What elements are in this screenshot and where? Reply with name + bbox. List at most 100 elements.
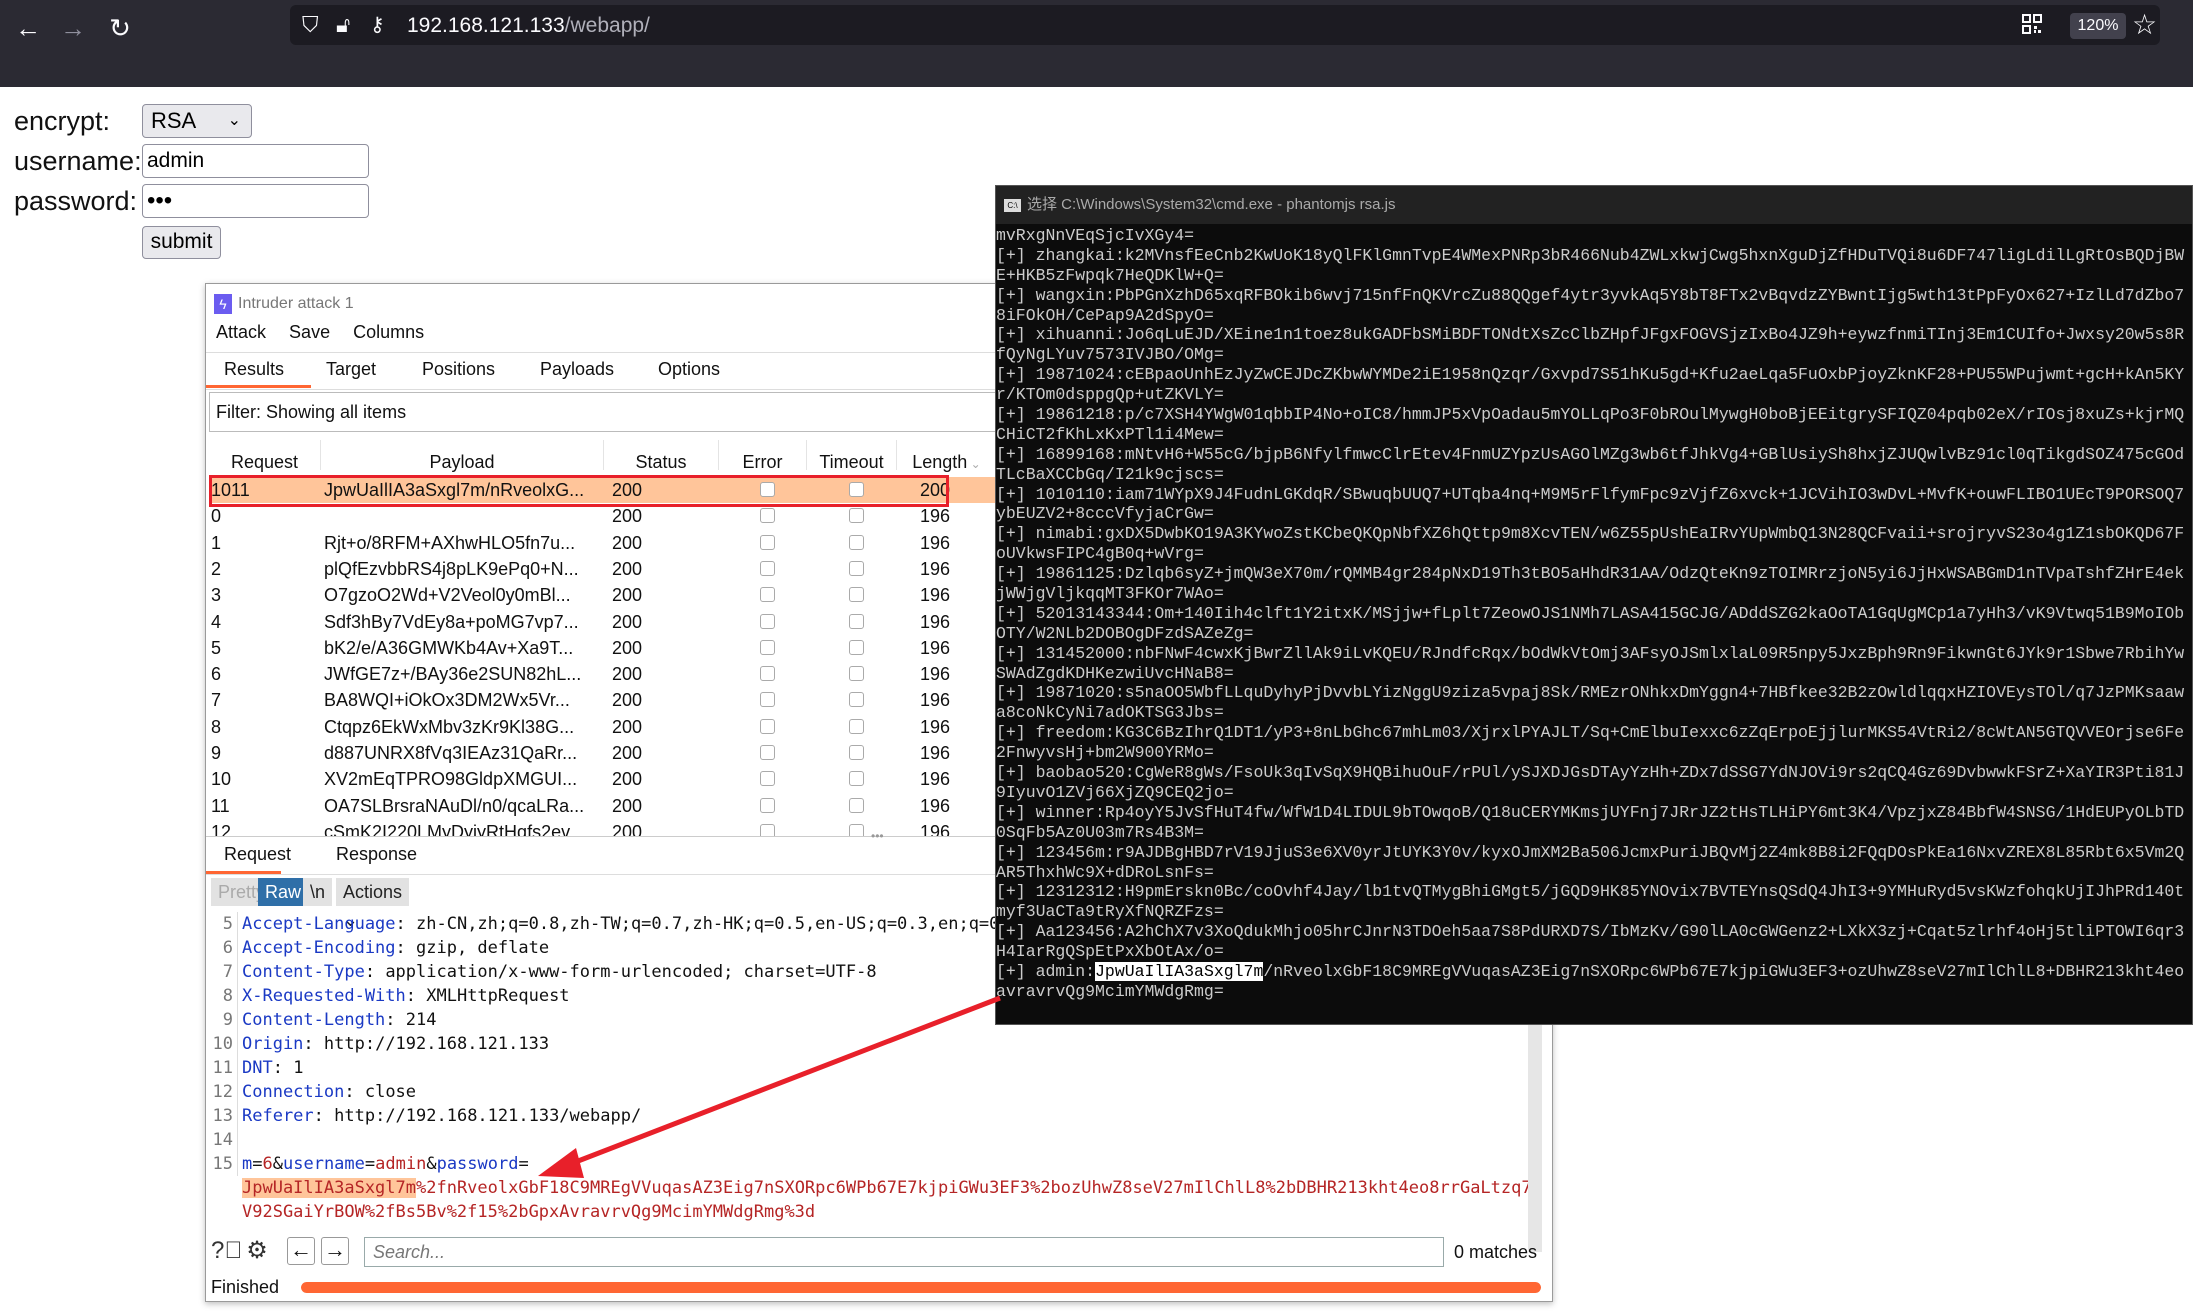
raw-button[interactable]: Raw xyxy=(258,878,309,906)
cell-payload: Rjt+o/8RFM+AXhwHLO5fn7u... xyxy=(324,532,576,553)
line-number: 13 xyxy=(211,1104,238,1128)
menu-columns[interactable]: Columns xyxy=(353,322,424,342)
username-input[interactable]: admin xyxy=(142,144,369,178)
error-checkbox[interactable] xyxy=(760,508,775,524)
actions-dropdown[interactable]: Actions ⌄ xyxy=(336,878,410,930)
timeout-checkbox[interactable] xyxy=(849,666,864,682)
cmd-lines: mvRxgNnVEqSjcIvXGy4= [+] zhangkai:k2MVnsf… xyxy=(996,226,2192,962)
cmd-line: [+] 19861125:Dzlqb6syZ+jmQW3eX70m/rQMMB4… xyxy=(996,564,2185,584)
reload-button[interactable]: ↻ xyxy=(102,10,138,46)
menu-attack[interactable]: Attack xyxy=(216,322,266,342)
timeout-checkbox[interactable] xyxy=(849,771,864,787)
cmd-line: [+] 12312312:H9pmErskn0Bc/coOvhf4Jay/lb1… xyxy=(996,882,2185,902)
tab-payloads[interactable]: Payloads xyxy=(540,359,614,380)
timeout-checkbox[interactable] xyxy=(849,534,864,550)
tab-response[interactable]: Response xyxy=(336,844,417,865)
search-next-button[interactable]: → xyxy=(321,1237,349,1265)
cmd-line: [+] 16899168:mNtvH6+W55cG/bjpB6NfylfmwcC… xyxy=(996,444,2185,464)
error-checkbox[interactable] xyxy=(760,823,775,836)
cmd-title-bar[interactable]: C:\ 选择 C:\Windows\System32\cmd.exe - phan… xyxy=(996,186,2192,224)
timeout-checkbox[interactable] xyxy=(849,718,864,734)
status-text: Finished xyxy=(211,1277,280,1297)
password-input[interactable]: ••• xyxy=(142,184,369,218)
cmd-output[interactable]: mvRxgNnVEqSjcIvXGy4= [+] zhangkai:k2MVnsf… xyxy=(996,226,2192,1016)
menu-save[interactable]: Save xyxy=(289,322,330,342)
line-number: 12 xyxy=(211,1080,238,1104)
error-checkbox[interactable] xyxy=(760,587,775,603)
timeout-checkbox[interactable] xyxy=(849,797,864,813)
cell-request: 2 xyxy=(211,558,222,579)
header-value: http://192.168.121.133/webapp/ xyxy=(323,1106,642,1126)
tab-positions[interactable]: Positions xyxy=(422,359,495,380)
cmd-line: [+] xihuanni:Jo6qLuEJD/XEine1n1toez8ukGA… xyxy=(996,325,2185,345)
column-header-payload[interactable]: Payload xyxy=(321,440,604,472)
error-checkbox[interactable] xyxy=(760,718,775,734)
search-input[interactable]: Search... xyxy=(364,1237,1444,1267)
newline-toggle-button[interactable]: \n xyxy=(303,878,333,906)
zoom-level-badge[interactable]: 120% xyxy=(2070,13,2126,39)
column-header-status[interactable]: Status xyxy=(604,440,719,472)
request-line: 8 X-Requested-With: XMLHttpRequest xyxy=(211,984,570,1008)
timeout-checkbox[interactable] xyxy=(849,613,864,629)
cmd-line: [+] 19871024:cEBpaoUnhEzJyZwCEJDcZKbwWYM… xyxy=(996,365,2185,385)
column-header-timeout[interactable]: Timeout xyxy=(807,440,897,472)
star-icon[interactable]: ☆ xyxy=(2132,7,2157,43)
timeout-checkbox[interactable] xyxy=(849,508,864,524)
line-number: 9 xyxy=(211,1008,238,1032)
address-bar[interactable]: ⛉ 🔓︎ ⚷ 192.168.121.133/webapp/ 120% ☆ xyxy=(290,5,2160,45)
timeout-checkbox[interactable] xyxy=(849,823,864,836)
tab-results[interactable]: Results xyxy=(224,359,284,380)
active-detail-tab-indicator xyxy=(206,871,281,874)
error-checkbox[interactable] xyxy=(760,666,775,682)
header-key: Content-Length xyxy=(242,1010,386,1030)
forward-button[interactable]: → xyxy=(55,10,91,46)
error-checkbox[interactable] xyxy=(760,745,775,760)
header-value: application/x-www-form-urlencoded; chars… xyxy=(375,962,877,982)
encrypt-select[interactable]: RSA ⌄ xyxy=(142,104,252,138)
qr-code-icon[interactable] xyxy=(2022,14,2042,34)
column-header-length[interactable]: Length ⌄ xyxy=(897,440,997,472)
cell-length: 196 xyxy=(920,585,951,606)
header-value: close xyxy=(354,1082,417,1102)
timeout-checkbox[interactable] xyxy=(849,745,864,760)
column-header-request[interactable]: Request xyxy=(209,440,321,472)
cell-length: 196 xyxy=(920,743,951,763)
gear-icon[interactable]: ⚙ xyxy=(243,1236,271,1266)
line-number: 5 xyxy=(211,912,238,936)
error-checkbox[interactable] xyxy=(760,534,775,550)
cell-length: 196 xyxy=(920,558,951,579)
key-icon[interactable]: ⚷ xyxy=(370,11,385,39)
error-checkbox[interactable] xyxy=(760,797,775,813)
timeout-checkbox[interactable] xyxy=(849,692,864,708)
back-button[interactable]: ← xyxy=(10,10,46,46)
error-checkbox[interactable] xyxy=(760,560,775,576)
search-previous-button[interactable]: ← xyxy=(287,1237,315,1265)
line-number: 11 xyxy=(211,1056,238,1080)
tab-options[interactable]: Options xyxy=(658,359,720,380)
request-line: 14 xyxy=(211,1128,242,1152)
help-icon[interactable]: ?⃝ xyxy=(211,1236,242,1266)
error-checkbox[interactable] xyxy=(760,613,775,629)
tab-target[interactable]: Target xyxy=(326,359,376,380)
cell-request: 5 xyxy=(211,637,222,658)
cell-status: 200 xyxy=(612,585,643,606)
error-checkbox[interactable] xyxy=(760,692,775,708)
header-colon: : xyxy=(303,1034,314,1054)
browser-toolbar: ← → ↻ ⛉ 🔓︎ ⚷ 192.168.121.133/webapp/ 120… xyxy=(0,0,2193,87)
timeout-checkbox[interactable] xyxy=(849,587,864,603)
shield-icon[interactable]: ⛉ xyxy=(302,11,319,39)
error-checkbox[interactable] xyxy=(760,771,775,787)
insecure-lock-icon[interactable]: 🔓︎ xyxy=(336,11,350,39)
tab-request[interactable]: Request xyxy=(224,844,291,865)
reload-icon: ↻ xyxy=(109,13,131,43)
cell-status: 200 xyxy=(612,690,643,711)
cmd-line: [+] 1010110:iam71WYpX9J4FudnLGKdqR/SBwuq… xyxy=(996,484,2185,504)
timeout-checkbox[interactable] xyxy=(849,639,864,655)
column-header-error[interactable]: Error xyxy=(719,440,807,472)
progress-bar xyxy=(301,1282,1541,1293)
timeout-checkbox[interactable] xyxy=(849,560,864,576)
attack-status: Finished xyxy=(209,1274,1549,1300)
url-text[interactable]: 192.168.121.133/webapp/ xyxy=(407,13,650,39)
error-checkbox[interactable] xyxy=(760,639,775,655)
submit-button[interactable]: submit xyxy=(142,226,221,259)
